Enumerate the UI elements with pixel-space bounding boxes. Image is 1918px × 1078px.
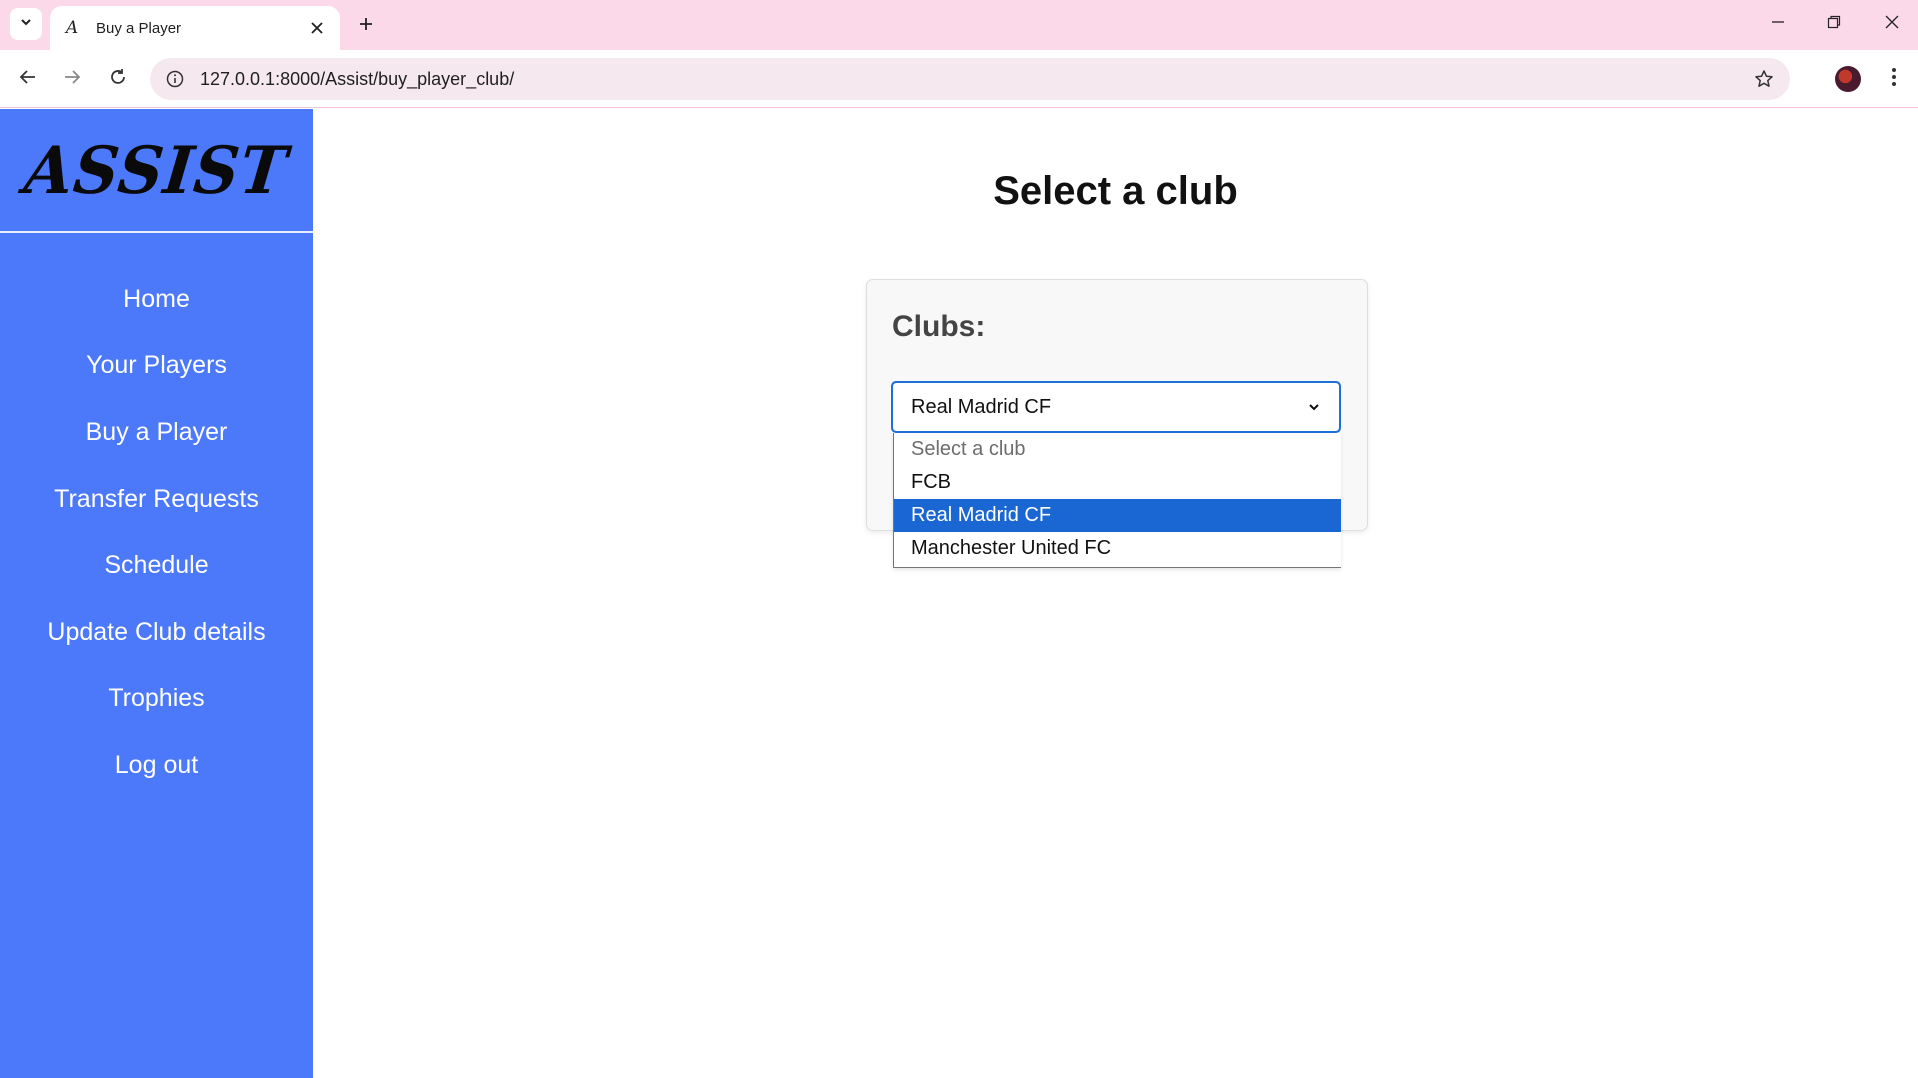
page-title: Select a club: [993, 169, 1238, 213]
bookmark-star-icon[interactable]: [1744, 59, 1784, 99]
restore-icon: [1827, 15, 1841, 34]
sidebar-item-update-club-details[interactable]: Update Club details: [0, 599, 313, 666]
profile-avatar[interactable]: [1835, 66, 1861, 92]
close-icon[interactable]: [306, 17, 328, 39]
browser-menu-button[interactable]: [1878, 63, 1910, 95]
address-bar[interactable]: 127.0.0.1:8000/Assist/buy_player_club/: [150, 58, 1790, 100]
browser-toolbar: 127.0.0.1:8000/Assist/buy_player_club/: [0, 50, 1918, 108]
tab-favicon-icon: A: [65, 18, 79, 38]
club-select-dropdown: Select a club FCB Real Madrid CF Manches…: [893, 433, 1341, 568]
sidebar: ASSIST Home Your Players Buy a Player Tr…: [0, 109, 313, 1078]
sidebar-item-buy-a-player[interactable]: Buy a Player: [0, 399, 313, 466]
sidebar-item-log-out[interactable]: Log out: [0, 732, 313, 799]
chevron-down-icon: [1307, 400, 1321, 414]
chevron-down-icon: [19, 15, 33, 34]
new-tab-button[interactable]: [352, 12, 380, 40]
reload-button[interactable]: [102, 63, 134, 95]
club-select[interactable]: Real Madrid CF: [891, 381, 1341, 433]
clubs-label: Clubs:: [892, 310, 986, 343]
logo-container: ASSIST: [0, 109, 313, 233]
browser-tab-active[interactable]: A Buy a Player: [50, 6, 340, 50]
window-close-button[interactable]: [1872, 8, 1912, 40]
arrow-right-icon: [63, 68, 81, 91]
browser-tab-strip: A Buy a Player: [0, 0, 1918, 50]
sidebar-item-schedule[interactable]: Schedule: [0, 532, 313, 599]
club-option-real-madrid[interactable]: Real Madrid CF: [894, 499, 1341, 532]
sidebar-item-home[interactable]: Home: [0, 266, 313, 333]
arrow-left-icon: [19, 68, 37, 91]
site-info-icon[interactable]: [154, 58, 196, 100]
tab-title: Buy a Player: [96, 19, 182, 37]
restore-button[interactable]: [1814, 8, 1854, 40]
reload-icon: [109, 68, 127, 91]
minimize-button[interactable]: [1758, 8, 1798, 40]
sidebar-item-trophies[interactable]: Trophies: [0, 666, 313, 733]
sidebar-nav: Home Your Players Buy a Player Transfer …: [0, 233, 313, 799]
club-option-fcb[interactable]: FCB: [894, 466, 1341, 499]
club-option-placeholder[interactable]: Select a club: [894, 433, 1341, 466]
plus-icon: [359, 17, 373, 36]
sidebar-item-transfer-requests[interactable]: Transfer Requests: [0, 466, 313, 533]
sidebar-item-your-players[interactable]: Your Players: [0, 333, 313, 400]
url-text[interactable]: 127.0.0.1:8000/Assist/buy_player_club/: [200, 69, 1744, 90]
tab-search-button[interactable]: [10, 8, 42, 40]
close-icon: [1885, 15, 1899, 34]
main-content: Select a club Clubs: Real Madrid CF: [313, 109, 1918, 1078]
minimize-icon: [1771, 15, 1785, 34]
club-select-value: Real Madrid CF: [911, 395, 1052, 418]
club-option-manchester-united[interactable]: Manchester United FC: [894, 532, 1341, 565]
back-button[interactable]: [12, 63, 44, 95]
forward-button[interactable]: [56, 63, 88, 95]
app-logo[interactable]: ASSIST: [21, 132, 291, 209]
more-vertical-icon: [1891, 67, 1897, 92]
